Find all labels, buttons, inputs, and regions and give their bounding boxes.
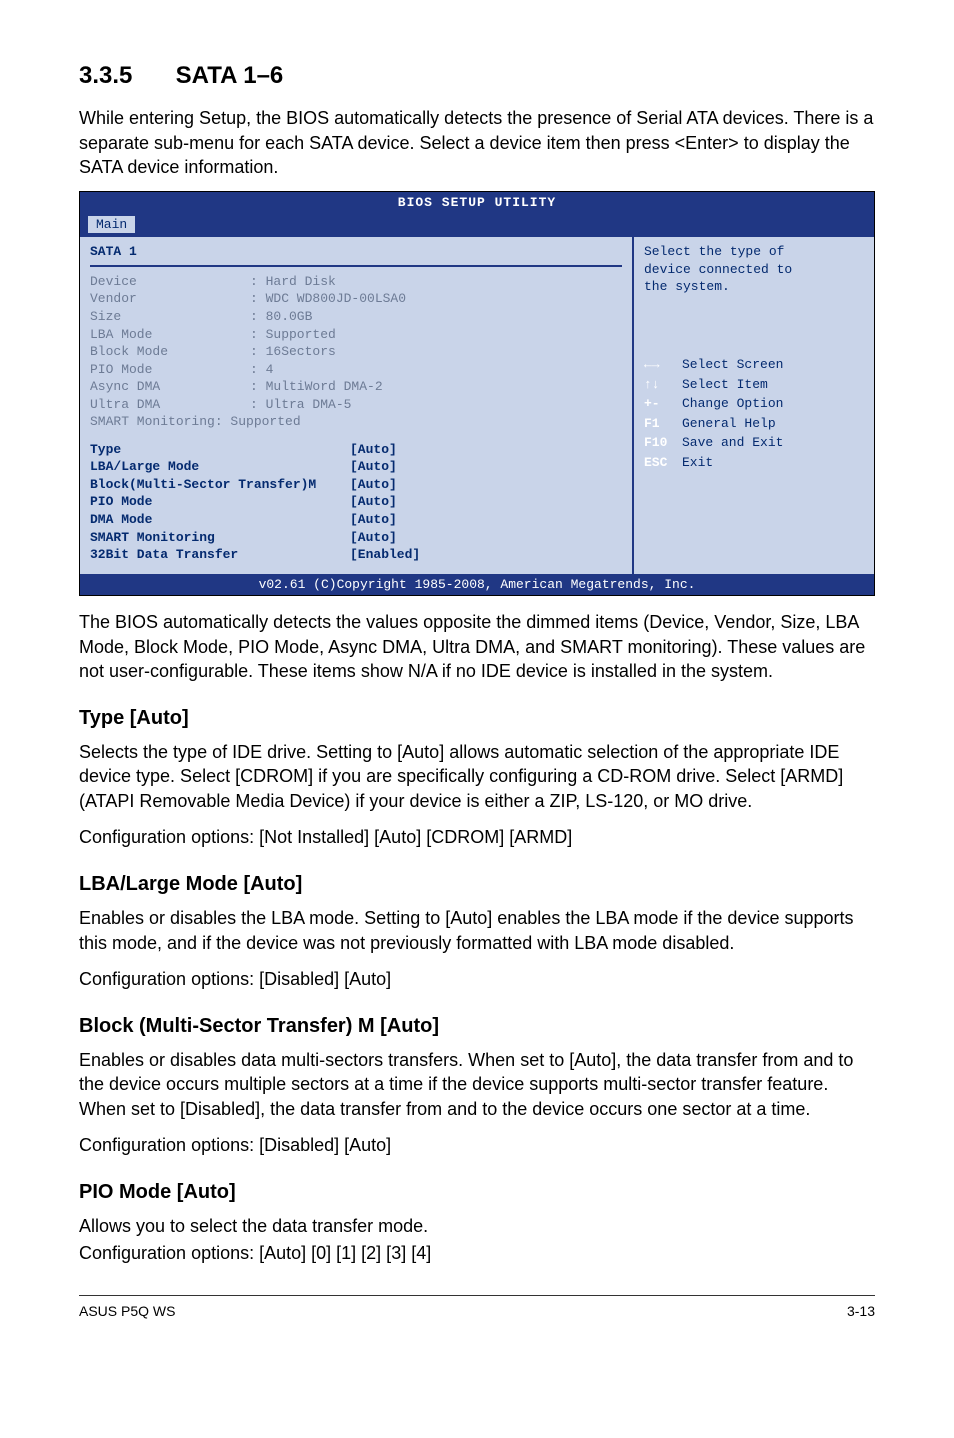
- bios-option-lba[interactable]: LBA/Large Mode[Auto]: [90, 458, 622, 476]
- lba-p2: Configuration options: [Disabled] [Auto]: [79, 967, 875, 991]
- intro-paragraph: While entering Setup, the BIOS automatic…: [79, 106, 875, 179]
- section-title: SATA 1–6: [176, 62, 284, 89]
- type-heading: Type [Auto]: [79, 705, 875, 732]
- type-p2: Configuration options: [Not Installed] […: [79, 825, 875, 849]
- footer-rule: [79, 1295, 875, 1296]
- bios-header: BIOS SETUP UTILITY: [80, 192, 874, 214]
- bios-option-dma[interactable]: DMA Mode[Auto]: [90, 511, 622, 529]
- block-heading: Block (Multi-Sector Transfer) M [Auto]: [79, 1013, 875, 1040]
- pio-p1: Allows you to select the data transfer m…: [79, 1214, 875, 1238]
- bios-left-panel: SATA 1 Device: Hard Disk Vendor: WDC WD8…: [80, 237, 634, 573]
- bios-option-smart[interactable]: SMART Monitoring[Auto]: [90, 529, 622, 547]
- footer-left: ASUS P5Q WS: [79, 1302, 175, 1321]
- pio-heading: PIO Mode [Auto]: [79, 1179, 875, 1206]
- bios-copyright: v02.61 (C)Copyright 1985-2008, American …: [80, 574, 874, 596]
- bios-help-text: Select the type of device connected to t…: [644, 243, 864, 296]
- footer-right: 3-13: [847, 1302, 875, 1321]
- bios-tab-row: Main: [80, 214, 874, 238]
- bios-tab-main[interactable]: Main: [88, 216, 135, 234]
- bios-screenshot: BIOS SETUP UTILITY Main SATA 1 Device: H…: [79, 191, 875, 596]
- section-heading: 3.3.5 SATA 1–6: [79, 60, 875, 92]
- bios-option-32bit[interactable]: 32Bit Data Transfer[Enabled]: [90, 546, 622, 564]
- bios-right-panel: Select the type of device connected to t…: [634, 237, 874, 573]
- block-p2: Configuration options: [Disabled] [Auto]: [79, 1133, 875, 1157]
- bios-option-pio[interactable]: PIO Mode[Auto]: [90, 493, 622, 511]
- bios-info-block: Device: Hard Disk Vendor: WDC WD800JD-00…: [90, 273, 622, 431]
- after-bios-paragraph: The BIOS automatically detects the value…: [79, 610, 875, 683]
- bios-option-block[interactable]: Block(Multi-Sector Transfer)M[Auto]: [90, 476, 622, 494]
- footer: ASUS P5Q WS 3-13: [79, 1302, 875, 1321]
- bios-options-block: Type[Auto] LBA/Large Mode[Auto] Block(Mu…: [90, 441, 622, 564]
- block-p1: Enables or disables data multi-sectors t…: [79, 1048, 875, 1121]
- lba-heading: LBA/Large Mode [Auto]: [79, 871, 875, 898]
- lba-p1: Enables or disables the LBA mode. Settin…: [79, 906, 875, 955]
- pio-p2: Configuration options: [Auto] [0] [1] [2…: [79, 1241, 875, 1265]
- bios-nav-legend: ←→Select Screen ↑↓Select Item +-Change O…: [644, 356, 864, 471]
- bios-option-type[interactable]: Type[Auto]: [90, 441, 622, 459]
- section-number: 3.3.5: [79, 60, 169, 92]
- bios-panel-title: SATA 1: [90, 243, 622, 267]
- type-p1: Selects the type of IDE drive. Setting t…: [79, 740, 875, 813]
